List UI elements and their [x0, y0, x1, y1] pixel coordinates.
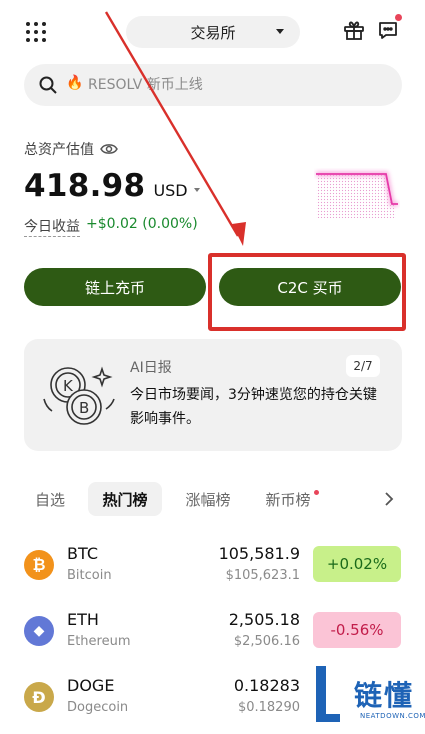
coin-symbol: DOGE	[67, 676, 115, 695]
chevron-down-icon	[276, 29, 284, 34]
change-badge[interactable]: +0.02%	[313, 546, 401, 582]
ai-report-title: AI日报	[130, 360, 172, 376]
grid-menu-icon[interactable]	[26, 22, 46, 42]
balance-amount: 418.98	[24, 168, 146, 204]
coin-symbol: BTC	[67, 544, 98, 563]
total-assets-label: 总资产估值	[24, 139, 118, 159]
coin-price: 2,505.18	[228, 610, 300, 629]
change-badge[interactable]: -0.56%	[313, 612, 401, 648]
watermark-logo: 链懂 NEATDOWN.COM	[312, 664, 425, 734]
market-tabs: 自选 热门榜 涨幅榜 新币榜	[24, 482, 402, 516]
tab-label: 自选	[34, 490, 65, 509]
pnl-label[interactable]: 今日收益	[24, 216, 80, 237]
search-bar[interactable]: 🔥	[24, 64, 402, 106]
gift-icon[interactable]	[342, 18, 366, 42]
fire-icon: 🔥	[66, 75, 84, 91]
watermark-en-text: NEATDOWN.COM	[360, 712, 425, 720]
tab-hot[interactable]: 热门榜	[88, 482, 162, 516]
coin-row-eth[interactable]: ◆ ETH Ethereum 2,505.18 $2,506.16 -0.56%	[0, 608, 425, 658]
coin-fiat-price: $105,623.1	[225, 568, 300, 583]
ai-report-pager: 2/7	[346, 355, 380, 377]
onchain-deposit-button[interactable]: 链上充币	[24, 268, 206, 306]
tab-watchlist[interactable]: 自选	[30, 482, 70, 516]
coin-fiat-price: $0.18290	[237, 700, 300, 715]
notification-dot	[395, 14, 402, 21]
coin-row-btc[interactable]: ₿ BTC Bitcoin 105,581.9 $105,623.1 +0.02…	[0, 542, 425, 592]
coin-fiat-price: $2,506.16	[233, 634, 300, 649]
tab-label: 涨幅榜	[185, 490, 231, 509]
new-listings-dot	[314, 490, 319, 495]
dogecoin-logo-glyph: Ð	[32, 687, 46, 707]
watermark-cn-text: 链懂	[354, 679, 415, 712]
exchange-mode-selector[interactable]: 交易所	[126, 16, 300, 48]
tab-label: 新币榜	[265, 490, 311, 509]
coin-name: Ethereum	[67, 634, 131, 649]
coin-symbol: ETH	[67, 610, 99, 629]
svg-text:B: B	[79, 399, 89, 417]
pnl-value: +$0.02 (0.00%)	[86, 216, 198, 232]
balance-sparkline	[316, 171, 398, 218]
tab-new-listings[interactable]: 新币榜	[260, 482, 316, 516]
coin-price: 105,581.9	[218, 544, 300, 563]
daily-pnl: 今日收益 +$0.02 (0.00%)	[24, 216, 198, 237]
deposit-label: 链上充币	[84, 278, 145, 297]
dogecoin-logo-icon: Ð	[24, 682, 54, 712]
search-input[interactable]	[88, 70, 388, 100]
change-value: +0.02%	[326, 555, 388, 573]
total-balance: 418.98 USD	[24, 168, 200, 204]
total-assets-title: 总资产估值	[24, 142, 94, 158]
tab-gainers[interactable]: 涨幅榜	[180, 482, 236, 516]
coin-name: Dogecoin	[67, 700, 129, 715]
tab-label: 热门榜	[102, 490, 148, 509]
change-value: -0.56%	[330, 621, 384, 639]
coin-name: Bitcoin	[67, 568, 112, 583]
ethereum-logo-glyph: ◆	[33, 623, 45, 639]
bitcoin-logo-icon: ₿	[24, 550, 54, 580]
ai-report-text: 今日市场要闻，3分钟速览您的持仓关键影响事件。	[130, 387, 377, 427]
search-icon	[39, 76, 57, 94]
top-bar: 交易所	[0, 12, 425, 52]
caret-down-icon[interactable]	[193, 188, 200, 192]
coins-icon: K B	[43, 366, 115, 425]
currency-selector[interactable]: USD	[153, 181, 187, 200]
coin-price: 0.18283	[233, 676, 300, 695]
ai-daily-report-card[interactable]: K B AI日报 2/7 今日市场要闻，3分钟速览您的持仓关键影响事件。	[24, 339, 402, 451]
bitcoin-logo-glyph: ₿	[32, 555, 46, 574]
svg-text:K: K	[63, 377, 74, 395]
eye-icon[interactable]	[100, 142, 118, 156]
ethereum-logo-icon: ◆	[24, 616, 54, 646]
annotation-highlight-box	[208, 253, 406, 331]
exchange-mode-label: 交易所	[190, 23, 236, 42]
message-icon[interactable]	[376, 18, 400, 42]
watermark-l-icon	[316, 666, 340, 722]
chevron-right-icon[interactable]	[382, 490, 396, 508]
